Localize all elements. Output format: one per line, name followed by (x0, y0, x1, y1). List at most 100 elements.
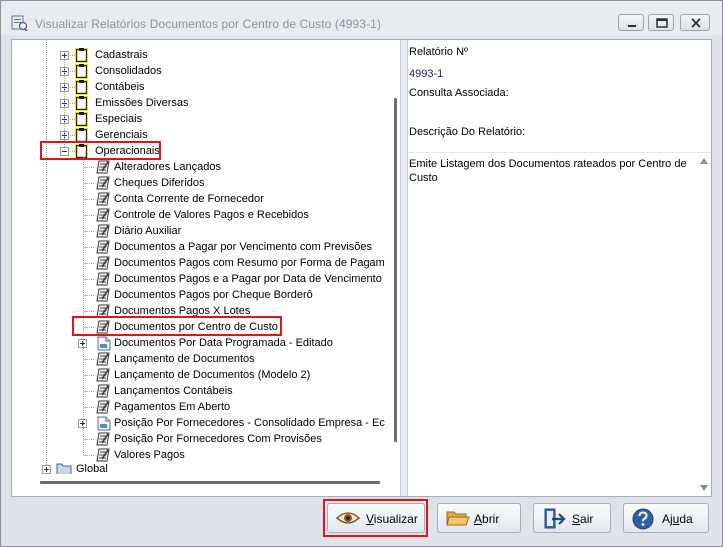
tree-item[interactable]: Documentos Pagos com Resumo por Forma de… (12, 255, 390, 271)
tree-group-label: Gerenciais (95, 129, 148, 141)
tree-group-label: Consolidados (95, 65, 162, 77)
document-icon (97, 416, 111, 431)
tree-group-label: Contábeis (95, 81, 145, 93)
tree-item[interactable]: Lançamentos Contábeis (12, 383, 390, 399)
tree-vertical-scroll-thumb[interactable] (394, 98, 397, 442)
tree-item[interactable]: Lançamento de Documentos (12, 351, 390, 367)
tree-connector (70, 119, 75, 120)
description-label: Descrição Do Relatório: (409, 126, 526, 138)
tree-root-label: Global (76, 463, 108, 474)
tree-group-cadastrais[interactable]: Cadastrais (12, 47, 390, 63)
tree-item[interactable]: Posição Por Fornecedores Com Provisões (12, 431, 390, 447)
tree-item[interactable]: Controle de Valores Pagos e Recebidos (12, 207, 390, 223)
scroll-up-arrow-icon[interactable] (700, 158, 708, 164)
tree-connector (70, 151, 75, 152)
minimize-button[interactable] (618, 14, 644, 31)
report-icon (95, 240, 111, 255)
tree-item-label: Cheques Diferidos (114, 177, 205, 189)
clipboard-folder-icon (74, 63, 89, 79)
tree-item[interactable]: Cheques Diferidos (12, 175, 390, 191)
report-viewer-window: Visualizar Relatórios Documentos por Cen… (0, 0, 723, 547)
tree-connector (46, 40, 47, 465)
app-report-icon (11, 15, 29, 32)
tree-connector (84, 263, 94, 264)
open-button-label: brir (482, 512, 500, 526)
tree-group-emiss-es-diversas[interactable]: Emissões Diversas (12, 95, 390, 111)
tree-group-label: Emissões Diversas (95, 97, 189, 109)
tree-item[interactable]: Pagamentos Em Aberto (12, 399, 390, 415)
tree-connector (84, 375, 94, 376)
tree-item[interactable]: Documentos Pagos X Lotes (12, 303, 390, 319)
help-button[interactable]: Ajuda (623, 503, 709, 533)
collapse-minus-icon[interactable] (60, 147, 69, 156)
tree-item[interactable]: Posição Por Fornecedores - Consolidado E… (12, 415, 390, 431)
folder-open-icon (446, 508, 470, 531)
clipboard-folder-icon (74, 127, 89, 143)
exit-button[interactable]: Sair (533, 503, 611, 533)
tree-connector (84, 231, 94, 232)
view-button-label: isualizar (373, 512, 418, 526)
tree-item-label: Posição Por Fornecedores Com Provisões (114, 433, 322, 445)
tree-group-cont-beis[interactable]: Contábeis (12, 79, 390, 95)
tree-item[interactable]: Documentos Pagos e a Pagar por Data de V… (12, 271, 390, 287)
report-icon (95, 368, 111, 383)
tree-group-label: Operacionais (95, 145, 160, 157)
tree-connector (84, 359, 94, 360)
clipboard-folder-icon (74, 79, 89, 95)
report-icon (95, 224, 111, 239)
report-icon (95, 176, 111, 191)
tree-connector (84, 327, 94, 328)
tree-item[interactable]: Documentos Pagos por Cheque Borderô (12, 287, 390, 303)
exit-door-icon (542, 508, 566, 533)
tree-group-operacionais[interactable]: Operacionais (12, 143, 390, 159)
report-number-value: 4993-1 (409, 68, 444, 80)
help-button-label-end: da (679, 512, 693, 526)
tree-connector (84, 439, 94, 440)
tree-connector (84, 407, 94, 408)
report-icon (95, 160, 111, 175)
tree-item[interactable]: Conta Corrente de Fornecedor (12, 191, 390, 207)
report-number-label: Relatório Nº (409, 46, 469, 58)
view-button-mnemonic: V (366, 512, 374, 526)
tree-item[interactable]: Lançamento de Documentos (Modelo 2) (12, 367, 390, 383)
eye-icon (336, 508, 360, 531)
pane-splitter[interactable] (400, 40, 408, 496)
view-button[interactable]: Visualizar (327, 503, 425, 533)
tree-item-label: Lançamento de Documentos (Modelo 2) (114, 369, 311, 381)
clipboard-folder-icon (74, 143, 89, 159)
report-icon (95, 192, 111, 207)
tree-horizontal-scroll-thumb[interactable] (40, 481, 380, 484)
tree-root-global[interactable]: Global (12, 461, 390, 474)
report-tree-pane: Cadastrais Consolidados Contábeis Emissões … (12, 40, 400, 496)
report-tree[interactable]: Cadastrais Consolidados Contábeis Emissões … (12, 40, 390, 474)
help-button-label-start: Aj (662, 512, 673, 526)
tree-vertical-scrollbar[interactable] (390, 40, 400, 474)
window-title: Visualizar Relatórios Documentos por Cen… (35, 17, 382, 31)
exit-button-mnemonic: S (572, 512, 581, 526)
associated-query-label: Consulta Associada: (409, 87, 509, 99)
tree-item-label: Posição Por Fornecedores - Consolidado E… (114, 417, 385, 429)
tree-group-gerenciais[interactable]: Gerenciais (12, 127, 390, 143)
tree-item[interactable]: Alteradores Lançados (12, 159, 390, 175)
report-icon (95, 400, 111, 415)
tree-item-selected[interactable]: Documentos por Centro de Custo (12, 319, 390, 335)
tree-connector (70, 87, 75, 88)
tree-item-label: Documentos por Centro de Custo (114, 321, 278, 333)
description-box[interactable]: Emite Listagem dos Documentos rateados p… (408, 152, 711, 496)
open-button[interactable]: Abrir (437, 503, 521, 533)
tree-group-especiais[interactable]: Especiais (12, 111, 390, 127)
expand-plus-icon[interactable] (42, 465, 51, 474)
scroll-down-arrow-icon[interactable] (700, 485, 708, 491)
clipboard-folder-icon (74, 47, 89, 63)
tree-group-consolidados[interactable]: Consolidados (12, 63, 390, 79)
maximize-button[interactable] (648, 14, 674, 31)
tree-item[interactable]: Documentos Por Data Programada - Editado (12, 335, 390, 351)
tree-connector (84, 199, 94, 200)
close-window-button[interactable] (680, 14, 710, 31)
description-scrollbar[interactable] (697, 153, 711, 497)
report-icon (95, 432, 111, 447)
tree-item[interactable]: Documentos a Pagar por Vencimento com Pr… (12, 239, 390, 255)
tree-horizontal-scrollbar[interactable] (12, 474, 400, 496)
report-icon (95, 288, 111, 303)
tree-item[interactable]: Diário Auxiliar (12, 223, 390, 239)
